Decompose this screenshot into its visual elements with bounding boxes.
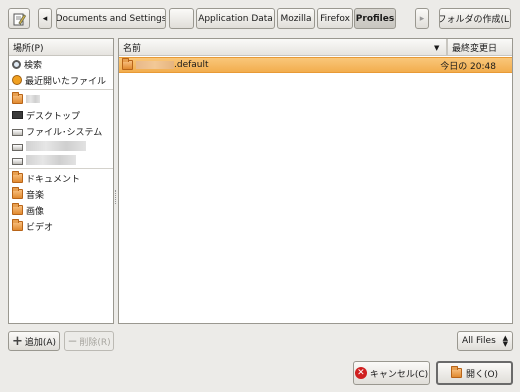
folder-icon [12,171,23,183]
crumb-hidden[interactable] [169,8,194,29]
open-button[interactable]: 開く(O) [436,361,513,385]
create-folder-button[interactable]: フォルダの作成(L) [439,8,511,29]
redacted-label [136,61,174,69]
scroll-left-button[interactable]: ◂ [38,8,52,29]
file-list-header: 名前 ▼ 最終変更日 [119,39,512,56]
places-pane: 場所(P) 検索 最近開いたファイル デスクトップ ファイル･システム ドキュメ… [8,38,114,324]
folder-icon [122,58,133,70]
scroll-right-button[interactable]: ▸ [415,8,429,29]
cancel-icon: ✕ [354,367,367,379]
file-name: .default [174,60,209,70]
place-home[interactable] [9,91,113,107]
place-filesystem[interactable]: ファイル･システム [9,123,113,139]
divider [9,89,113,90]
crumb-mozilla[interactable]: Mozilla [277,8,315,29]
crumb-profiles[interactable]: Profiles [354,8,396,29]
plus-icon: + [11,333,23,349]
place-drive-2[interactable] [9,153,113,167]
place-recent[interactable]: 最近開いたファイル [9,72,113,88]
search-icon [12,59,21,69]
column-modified-header[interactable]: 最終変更日 [447,39,497,56]
file-filter-select[interactable]: All Files ▲ ▼ [457,331,513,351]
pane-resize-handle[interactable] [115,190,117,204]
place-video[interactable]: ビデオ [9,218,113,234]
updown-arrow-icon: ▲ ▼ [502,334,508,348]
place-search[interactable]: 検索 [9,56,113,72]
drive-icon [12,143,23,151]
places-header[interactable]: 場所(P) [9,39,113,56]
clock-icon [12,75,22,85]
sort-descending-icon: ▼ [434,44,440,52]
place-music[interactable]: 音楽 [9,186,113,202]
file-row[interactable]: .default 今日の 20:48 [119,57,512,73]
place-documents[interactable]: ドキュメント [9,170,113,186]
crumb-application-data[interactable]: Application Data [196,8,275,29]
desktop-icon [12,111,23,119]
folder-icon [12,203,23,215]
file-list: 名前 ▼ 最終変更日 .default 今日の 20:48 [118,38,513,324]
drive-icon [12,128,23,136]
minus-icon: − [67,334,78,348]
crumb-documents-and-settings[interactable]: Documents and Settings [56,8,166,29]
redacted-label [26,155,76,165]
cancel-button[interactable]: ✕ キャンセル(C) [353,361,430,385]
edit-location-button[interactable] [8,8,30,29]
drive-icon [12,157,23,165]
redacted-label [26,141,86,151]
add-bookmark-button[interactable]: + 追加(A) [8,331,60,351]
place-desktop[interactable]: デスクトップ [9,107,113,123]
pencil-icon [13,13,26,25]
triangle-right-icon: ▸ [419,13,425,24]
file-modified: 今日の 20:48 [440,61,496,72]
home-folder-icon [12,92,23,104]
place-pictures[interactable]: 画像 [9,202,113,218]
folder-icon [12,219,23,231]
open-folder-icon [450,366,462,378]
redacted-label [26,95,40,103]
remove-bookmark-button[interactable]: − 削除(R) [64,331,114,351]
place-drive-1[interactable] [9,139,113,153]
divider [9,168,113,169]
triangle-left-icon: ◂ [42,13,48,24]
folder-icon [12,187,23,199]
column-name-header[interactable]: 名前 [123,41,141,54]
crumb-firefox[interactable]: Firefox [317,8,353,29]
